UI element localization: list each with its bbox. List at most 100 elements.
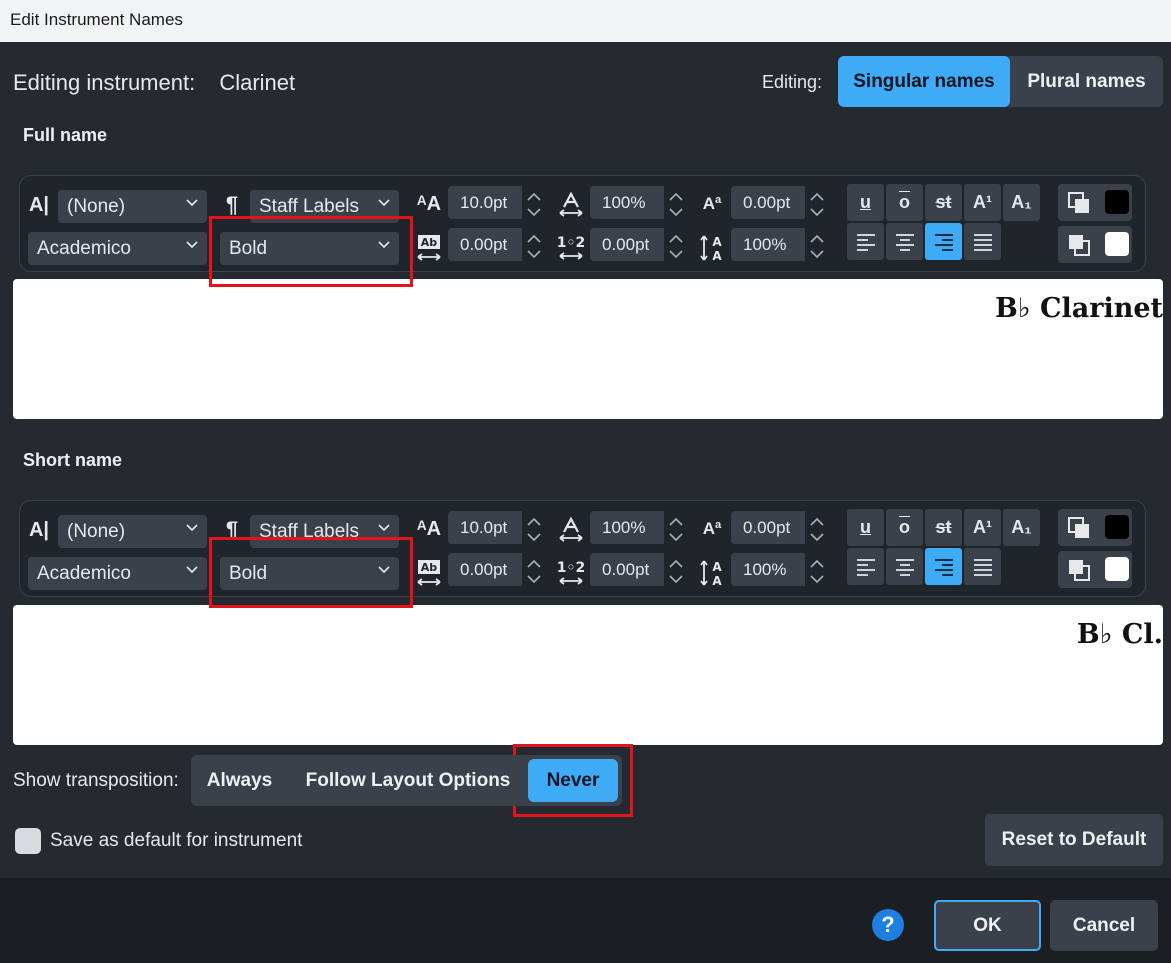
overline-button[interactable]: o	[886, 509, 923, 546]
baseline-shift-value[interactable]: 0.00pt	[731, 186, 805, 219]
width-scale-value[interactable]: 100%	[590, 511, 664, 544]
increment-icon[interactable]	[668, 556, 684, 568]
singular-names-button[interactable]: Singular names	[838, 56, 1010, 107]
word-spacing-stepper[interactable]: 0.00pt	[590, 228, 688, 261]
line-spacing-value[interactable]: 100%	[731, 553, 805, 586]
letter-spacing-value[interactable]: 0.00pt	[448, 228, 522, 261]
letter-spacing-icon: Ab	[416, 233, 442, 263]
increment-icon[interactable]	[526, 556, 542, 568]
decrement-icon[interactable]	[668, 204, 684, 217]
superscript-button[interactable]: A¹	[964, 184, 1001, 221]
baseline-shift-stepper[interactable]: 0.00pt	[731, 511, 829, 544]
text-color-button[interactable]	[1058, 509, 1132, 546]
increment-icon[interactable]	[668, 189, 684, 201]
chevron-down-icon	[186, 240, 198, 250]
increment-icon[interactable]	[668, 231, 684, 243]
font-size-stepper[interactable]: 10.0pt	[448, 186, 546, 219]
line-spacing-value[interactable]: 100%	[731, 228, 805, 261]
align-right-icon[interactable]	[925, 548, 962, 585]
align-justify-icon[interactable]	[964, 548, 1001, 585]
overline-button[interactable]: o	[886, 184, 923, 221]
increment-icon[interactable]	[526, 189, 542, 201]
cancel-button[interactable]: Cancel	[1050, 900, 1158, 951]
character-style-icon: A|	[28, 518, 50, 541]
strikethrough-button[interactable]: st	[925, 184, 962, 221]
font-family-dropdown[interactable]: Academico	[28, 557, 207, 590]
decrement-icon[interactable]	[809, 204, 825, 217]
font-size-stepper[interactable]: 10.0pt	[448, 511, 546, 544]
chevron-down-icon	[378, 198, 390, 208]
line-spacing-stepper[interactable]: 100%	[731, 228, 829, 261]
word-spacing-value[interactable]: 0.00pt	[590, 228, 664, 261]
width-scale-stepper[interactable]: 100%	[590, 186, 688, 219]
word-spacing-icon: 1◦2	[557, 233, 585, 263]
align-center-icon[interactable]	[886, 223, 923, 260]
subscript-button[interactable]: A₁	[1003, 184, 1040, 221]
strikethrough-button[interactable]: st	[925, 509, 962, 546]
character-style-dropdown[interactable]: (None)	[58, 190, 207, 223]
letter-spacing-stepper[interactable]: 0.00pt	[448, 228, 546, 261]
increment-icon[interactable]	[526, 514, 542, 526]
increment-icon[interactable]	[809, 231, 825, 243]
baseline-shift-stepper[interactable]: 0.00pt	[731, 186, 829, 219]
short-name-preview[interactable]: B♭ Cl.	[13, 605, 1163, 745]
transposition-always-button[interactable]: Always	[191, 755, 288, 806]
superscript-button[interactable]: A¹	[964, 509, 1001, 546]
decrement-icon[interactable]	[809, 246, 825, 259]
align-right-icon[interactable]	[925, 223, 962, 260]
short-name-title: Short name	[23, 450, 123, 470]
reset-to-default-button[interactable]: Reset to Default	[985, 814, 1163, 866]
short-name-toolbar: A| (None) ¶ Staff Labels ᴬA 10.0pt 100% …	[19, 500, 1146, 597]
full-name-preview[interactable]: B♭ Clarinet	[13, 279, 1163, 419]
decrement-icon[interactable]	[526, 529, 542, 542]
increment-icon[interactable]	[526, 231, 542, 243]
background-color-swatch	[1105, 232, 1129, 256]
subscript-button[interactable]: A₁	[1003, 509, 1040, 546]
increment-icon[interactable]	[809, 189, 825, 201]
increment-icon[interactable]	[668, 514, 684, 526]
text-color-swatch	[1105, 515, 1129, 539]
decrement-icon[interactable]	[526, 246, 542, 259]
word-spacing-value[interactable]: 0.00pt	[590, 553, 664, 586]
decrement-icon[interactable]	[668, 571, 684, 584]
transposition-follow-layout-button[interactable]: Follow Layout Options	[288, 755, 528, 806]
decrement-icon[interactable]	[668, 246, 684, 259]
underline-button[interactable]: u	[847, 184, 884, 221]
align-left-icon[interactable]	[847, 223, 884, 260]
underline-button[interactable]: u	[847, 509, 884, 546]
letter-spacing-stepper[interactable]: 0.00pt	[448, 553, 546, 586]
transposition-never-button[interactable]: Never	[528, 759, 618, 802]
align-justify-icon[interactable]	[964, 223, 1001, 260]
background-color-button[interactable]	[1058, 226, 1132, 263]
decrement-icon[interactable]	[809, 529, 825, 542]
increment-icon[interactable]	[809, 514, 825, 526]
line-spacing-stepper[interactable]: 100%	[731, 553, 829, 586]
width-scale-stepper[interactable]: 100%	[590, 511, 688, 544]
baseline-shift-value[interactable]: 0.00pt	[731, 511, 805, 544]
line-spacing-icon: AA	[698, 558, 726, 588]
plural-names-button[interactable]: Plural names	[1010, 56, 1163, 107]
background-color-button[interactable]	[1058, 551, 1132, 588]
help-icon[interactable]: ?	[872, 909, 904, 941]
word-spacing-icon: 1◦2	[557, 558, 585, 588]
decrement-icon[interactable]	[526, 571, 542, 584]
font-family-dropdown[interactable]: Academico	[28, 232, 207, 265]
align-center-icon[interactable]	[886, 548, 923, 585]
ok-button[interactable]: OK	[934, 900, 1041, 951]
increment-icon[interactable]	[809, 556, 825, 568]
save-default-checkbox[interactable]	[15, 828, 41, 854]
text-format-buttons: u o st A¹ A₁	[847, 509, 1040, 546]
editing-instrument-label: Editing instrument:	[13, 70, 196, 95]
font-size-value[interactable]: 10.0pt	[448, 511, 522, 544]
character-style-dropdown[interactable]: (None)	[58, 515, 207, 548]
font-size-value[interactable]: 10.0pt	[448, 186, 522, 219]
chevron-down-icon	[186, 565, 198, 575]
decrement-icon[interactable]	[809, 571, 825, 584]
decrement-icon[interactable]	[526, 204, 542, 217]
letter-spacing-value[interactable]: 0.00pt	[448, 553, 522, 586]
width-scale-value[interactable]: 100%	[590, 186, 664, 219]
text-color-button[interactable]	[1058, 184, 1132, 221]
decrement-icon[interactable]	[668, 529, 684, 542]
align-left-icon[interactable]	[847, 548, 884, 585]
word-spacing-stepper[interactable]: 0.00pt	[590, 553, 688, 586]
